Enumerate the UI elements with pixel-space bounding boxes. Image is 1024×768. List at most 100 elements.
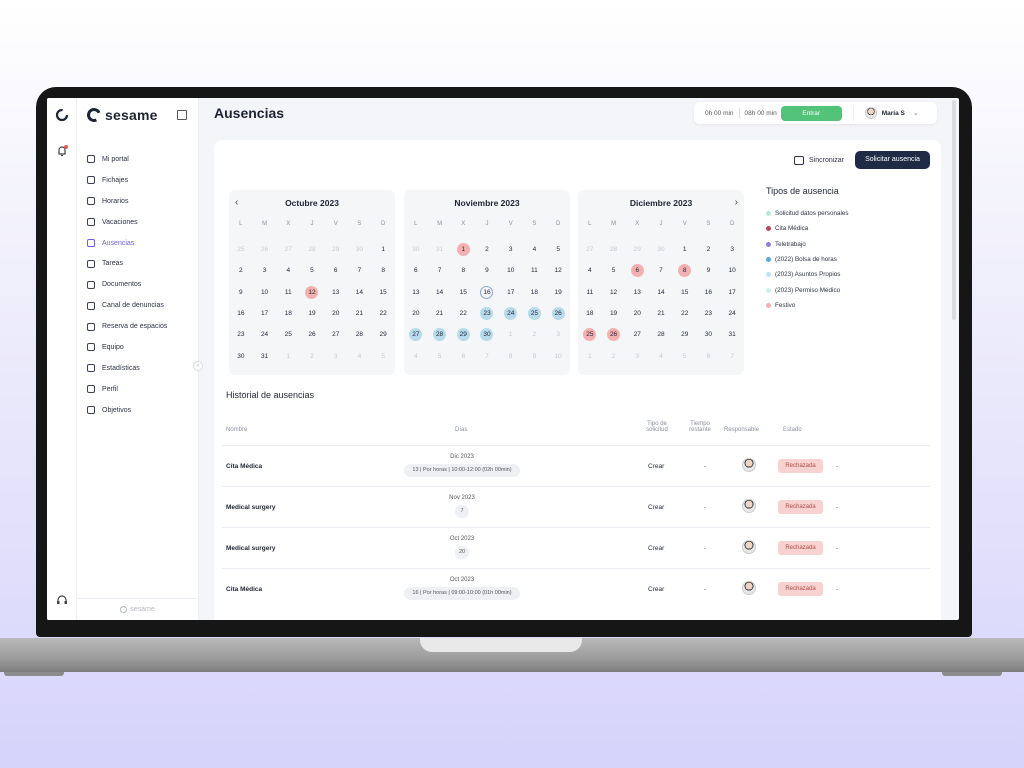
calendar-day[interactable]: 31 [428, 239, 452, 260]
calendar-day[interactable]: 30 [649, 239, 673, 260]
calendar-day[interactable]: 16 [475, 282, 499, 303]
calendar-day[interactable]: 11 [578, 282, 602, 303]
calendar-day[interactable]: 27 [578, 239, 602, 260]
calendar-day[interactable]: 21 [428, 303, 452, 324]
calendar-day[interactable]: 7 [720, 345, 744, 366]
calendar-day[interactable]: 13 [625, 282, 649, 303]
sidebar-item-reserva-de-espacios[interactable]: Reserva de espacios [87, 316, 167, 337]
calendar-day[interactable]: 15 [673, 282, 697, 303]
calendar-day[interactable]: 30 [697, 324, 721, 345]
calendar-day[interactable]: 5 [546, 239, 570, 260]
calendar-day[interactable]: 9 [523, 345, 547, 366]
calendar-day[interactable]: 4 [404, 345, 428, 366]
calendar-day[interactable]: 6 [625, 260, 649, 281]
calendar-day[interactable]: 2 [300, 345, 324, 366]
calendar-day[interactable]: 13 [324, 282, 348, 303]
calendar-day[interactable]: 23 [697, 303, 721, 324]
calendar-day[interactable]: 1 [673, 239, 697, 260]
sidebar-item-tareas[interactable]: Tareas [87, 253, 167, 274]
user-name[interactable]: María S [882, 110, 905, 117]
sidebar-item-canal-de-denuncias[interactable]: Canal de denuncias [87, 295, 167, 316]
calendar-day[interactable]: 11 [276, 282, 300, 303]
calendar-day[interactable]: 29 [673, 324, 697, 345]
calendar-day[interactable]: 3 [625, 345, 649, 366]
calendar-day[interactable]: 8 [673, 260, 697, 281]
sidebar-item-vacaciones[interactable]: Vacaciones [87, 212, 167, 233]
chevron-down-icon[interactable]: ⌄ [913, 109, 919, 117]
calendar-day[interactable]: 1 [371, 239, 395, 260]
calendar-day[interactable]: 5 [300, 260, 324, 281]
calendar-day[interactable]: 19 [300, 303, 324, 324]
calendar-day[interactable]: 14 [428, 282, 452, 303]
sidebar-item-fichajes[interactable]: Fichajes [87, 170, 167, 191]
calendar-day[interactable]: 15 [371, 282, 395, 303]
calendar-day[interactable]: 17 [499, 282, 523, 303]
calendar-day[interactable]: 4 [348, 345, 372, 366]
calendar-day[interactable]: 25 [276, 324, 300, 345]
calendar-day[interactable]: 26 [602, 324, 626, 345]
table-row[interactable]: Medical surgery Nov 2023 7 Crear - Rechazada - [222, 486, 930, 527]
sidebar-item-objetivos[interactable]: Objetivos [87, 400, 167, 421]
table-row[interactable]: Cita Médica Oct 2023 16 | Por horas | 09:0… [222, 568, 930, 609]
calendar-day[interactable]: 25 [523, 303, 547, 324]
calendar-day[interactable]: 29 [451, 324, 475, 345]
calendar-day[interactable]: 28 [300, 239, 324, 260]
calendar-day[interactable]: 31 [253, 345, 277, 366]
calendar-day[interactable]: 4 [649, 345, 673, 366]
calendar-day[interactable]: 6 [451, 345, 475, 366]
calendar-day[interactable]: 20 [404, 303, 428, 324]
calendar-day[interactable]: 1 [499, 324, 523, 345]
calendar-day[interactable]: 30 [475, 324, 499, 345]
calendar-day[interactable]: 22 [451, 303, 475, 324]
calendar-day[interactable]: 16 [697, 282, 721, 303]
calendar-day[interactable]: 26 [546, 303, 570, 324]
calendar-day[interactable]: 21 [348, 303, 372, 324]
calendar-day[interactable]: 22 [371, 303, 395, 324]
calendar-day[interactable]: 18 [578, 303, 602, 324]
calendar-day[interactable]: 29 [324, 239, 348, 260]
calendar-day[interactable]: 10 [720, 260, 744, 281]
calendar-day[interactable]: 28 [602, 239, 626, 260]
calendar-day[interactable]: 8 [371, 260, 395, 281]
calendar-day[interactable]: 23 [229, 324, 253, 345]
calendar-day[interactable]: 2 [523, 324, 547, 345]
table-row[interactable]: Cita Médica Dic 2023 13 | Por horas | 10:0… [222, 445, 930, 486]
calendar-day[interactable]: 2 [697, 239, 721, 260]
calendar-day[interactable]: 30 [348, 239, 372, 260]
calendar-day[interactable]: 3 [499, 239, 523, 260]
sidebar-item-horarios[interactable]: Horarios [87, 191, 167, 212]
next-month-icon[interactable]: › [735, 197, 738, 208]
calendar-day[interactable]: 8 [451, 260, 475, 281]
calendar-day[interactable]: 19 [602, 303, 626, 324]
calendar-day[interactable]: 10 [253, 282, 277, 303]
calendar-day[interactable]: 24 [720, 303, 744, 324]
calendar-day[interactable]: 14 [348, 282, 372, 303]
calendar-day[interactable]: 28 [428, 324, 452, 345]
calendar-day[interactable]: 6 [324, 260, 348, 281]
calendar-day[interactable]: 8 [499, 345, 523, 366]
calendar-day[interactable]: 18 [523, 282, 547, 303]
calendar-day[interactable]: 3 [720, 239, 744, 260]
calendar-day[interactable]: 29 [625, 239, 649, 260]
table-row[interactable]: Medical surgery Oct 2023 20 Crear - Rechazada… [222, 527, 930, 568]
calendar-day[interactable]: 27 [625, 324, 649, 345]
sidebar-item-ausencias[interactable]: Ausencias [87, 233, 167, 254]
calendar-day[interactable]: 2 [602, 345, 626, 366]
calendar-day[interactable]: 9 [475, 260, 499, 281]
calendar-day[interactable]: 1 [578, 345, 602, 366]
calendar-day[interactable]: 7 [428, 260, 452, 281]
calendar-day[interactable]: 3 [546, 324, 570, 345]
scrollbar[interactable] [952, 100, 956, 320]
brand[interactable]: sesame [85, 106, 158, 124]
collapse-sidebar-button[interactable]: ‹ [193, 361, 203, 371]
calendar-day[interactable]: 2 [229, 260, 253, 281]
sidebar-item-estad-sticas[interactable]: Estadísticas [87, 358, 167, 379]
headset-icon[interactable] [55, 593, 69, 607]
calendar-day[interactable]: 9 [697, 260, 721, 281]
enter-button[interactable]: Entrar [780, 105, 842, 121]
calendar-day[interactable]: 23 [475, 303, 499, 324]
calendar-day[interactable]: 2 [475, 239, 499, 260]
calendar-day[interactable]: 3 [324, 345, 348, 366]
calendar-day[interactable]: 7 [348, 260, 372, 281]
calendar-day[interactable]: 9 [229, 282, 253, 303]
